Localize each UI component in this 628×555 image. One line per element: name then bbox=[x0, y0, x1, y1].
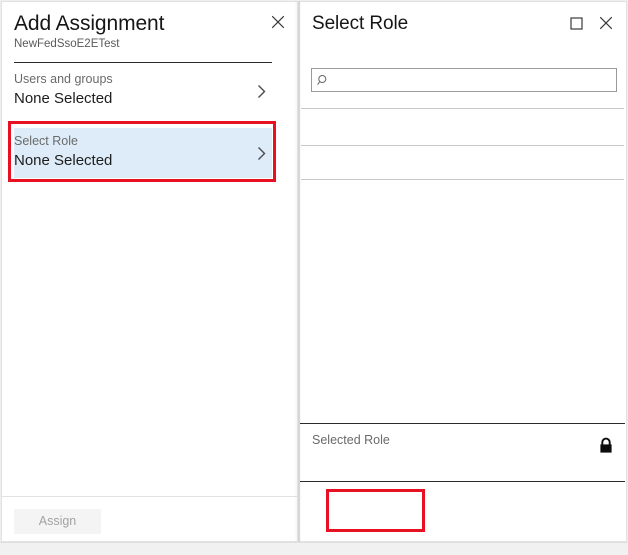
assign-button[interactable]: Assign bbox=[14, 509, 101, 534]
selected-role-label: Selected Role bbox=[312, 433, 390, 448]
chevron-right-icon bbox=[254, 82, 268, 100]
chevron-right-icon bbox=[254, 144, 268, 162]
role-search-box[interactable] bbox=[311, 68, 617, 92]
list-row[interactable] bbox=[301, 108, 624, 145]
selector-label: Select Role bbox=[14, 128, 272, 149]
blade-header-actions bbox=[566, 13, 616, 33]
close-icon[interactable] bbox=[596, 13, 616, 33]
search-input[interactable] bbox=[334, 70, 616, 90]
page-subtitle: NewFedSsoE2ETest bbox=[14, 37, 285, 51]
selector-row-users-and-groups[interactable]: Users and groups None Selected bbox=[14, 66, 272, 116]
header-divider bbox=[14, 62, 272, 63]
role-list bbox=[301, 108, 626, 423]
selector-label: Users and groups bbox=[14, 66, 272, 87]
lock-icon bbox=[598, 437, 614, 455]
screenshot-root: Add Assignment NewFedSsoE2ETest Users an… bbox=[0, 0, 628, 555]
selector-value: None Selected bbox=[14, 87, 272, 108]
selected-role-section: Selected Role bbox=[300, 423, 625, 482]
search-icon bbox=[312, 69, 334, 91]
select-role-header: Select Role bbox=[300, 2, 626, 46]
selector-row-select-role[interactable]: Select Role None Selected bbox=[14, 128, 272, 178]
selector-value: None Selected bbox=[14, 149, 272, 170]
list-row[interactable] bbox=[301, 145, 624, 179]
left-footer-divider bbox=[2, 496, 297, 497]
list-row[interactable] bbox=[301, 179, 624, 180]
maximize-square-icon[interactable] bbox=[566, 13, 586, 33]
close-icon[interactable] bbox=[268, 12, 288, 32]
add-assignment-blade: Add Assignment NewFedSsoE2ETest Users an… bbox=[1, 1, 297, 542]
add-assignment-header: Add Assignment NewFedSsoE2ETest bbox=[2, 2, 297, 51]
select-role-blade: Select Role bbox=[300, 1, 627, 542]
page-title: Add Assignment bbox=[14, 11, 285, 36]
page-backdrop-strip bbox=[0, 542, 628, 555]
